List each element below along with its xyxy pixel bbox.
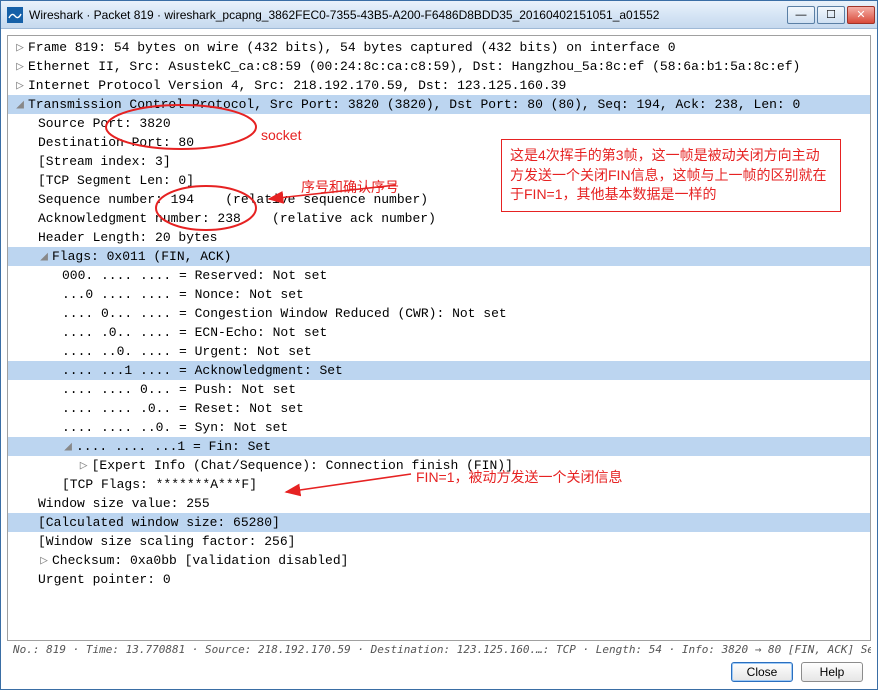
- close-button[interactable]: Close: [731, 662, 793, 682]
- body-area: ▷Frame 819: 54 bytes on wire (432 bits),…: [1, 29, 877, 689]
- window-title: Wireshark · Packet 819 · wireshark_pcapn…: [29, 8, 781, 22]
- tree-seg-len[interactable]: [TCP Segment Len: 0]: [8, 171, 870, 190]
- expand-icon[interactable]: ▷: [14, 57, 26, 76]
- tree-urgent-ptr[interactable]: Urgent pointer: 0: [8, 570, 870, 589]
- tree-ethernet[interactable]: ▷Ethernet II, Src: AsustekC_ca:c8:59 (00…: [8, 57, 870, 76]
- tree-frame[interactable]: ▷Frame 819: 54 bytes on wire (432 bits),…: [8, 38, 870, 57]
- expand-icon[interactable]: ▷: [14, 38, 26, 57]
- window-buttons: — ☐ ✕: [787, 6, 875, 24]
- tree-flag-ack[interactable]: .... ...1 .... = Acknowledgment: Set: [8, 361, 870, 380]
- tree-tcp[interactable]: ◢Transmission Control Protocol, Src Port…: [8, 95, 870, 114]
- tree-header-len[interactable]: Header Length: 20 bytes: [8, 228, 870, 247]
- help-button[interactable]: Help: [801, 662, 863, 682]
- tree-seq[interactable]: Sequence number: 194 (relative sequence …: [8, 190, 870, 209]
- tree-dst-port[interactable]: Destination Port: 80: [8, 133, 870, 152]
- collapse-icon[interactable]: ◢: [62, 437, 74, 456]
- tree-flag-urg[interactable]: .... ..0. .... = Urgent: Not set: [8, 342, 870, 361]
- expand-icon[interactable]: ▷: [38, 551, 50, 570]
- tree-flag-fin[interactable]: ◢.... .... ...1 = Fin: Set: [8, 437, 870, 456]
- wireshark-icon: [7, 7, 23, 23]
- tree-flag-syn[interactable]: .... .... ..0. = Syn: Not set: [8, 418, 870, 437]
- close-window-button[interactable]: ✕: [847, 6, 875, 24]
- tree-win-value[interactable]: Window size value: 255: [8, 494, 870, 513]
- tree-flags[interactable]: ◢Flags: 0x011 (FIN, ACK): [8, 247, 870, 266]
- tree-flag-reserved[interactable]: 000. .... .... = Reserved: Not set: [8, 266, 870, 285]
- tree-tcp-flags-summary[interactable]: [TCP Flags: *******A***F]: [8, 475, 870, 494]
- titlebar: Wireshark · Packet 819 · wireshark_pcapn…: [1, 1, 877, 29]
- tree-win-scale[interactable]: [Window size scaling factor: 256]: [8, 532, 870, 551]
- tree-flag-psh[interactable]: .... .... 0... = Push: Not set: [8, 380, 870, 399]
- tree-checksum[interactable]: ▷Checksum: 0xa0bb [validation disabled]: [8, 551, 870, 570]
- collapse-icon[interactable]: ◢: [14, 95, 26, 114]
- tree-flag-ecn[interactable]: .... .0.. .... = ECN-Echo: Not set: [8, 323, 870, 342]
- button-bar: Close Help: [7, 658, 871, 688]
- tree-flag-cwr[interactable]: .... 0... .... = Congestion Window Reduc…: [8, 304, 870, 323]
- tree-win-calc[interactable]: [Calculated window size: 65280]: [8, 513, 870, 532]
- packet-tree[interactable]: ▷Frame 819: 54 bytes on wire (432 bits),…: [7, 35, 871, 641]
- maximize-button[interactable]: ☐: [817, 6, 845, 24]
- tree-flag-rst[interactable]: .... .... .0.. = Reset: Not set: [8, 399, 870, 418]
- expand-icon[interactable]: ▷: [14, 76, 26, 95]
- collapse-icon[interactable]: ◢: [38, 247, 50, 266]
- minimize-button[interactable]: —: [787, 6, 815, 24]
- tree-flag-nonce[interactable]: ...0 .... .... = Nonce: Not set: [8, 285, 870, 304]
- tree-expert-info[interactable]: ▷[Expert Info (Chat/Sequence): Connectio…: [8, 456, 870, 475]
- tree-ip[interactable]: ▷Internet Protocol Version 4, Src: 218.1…: [8, 76, 870, 95]
- tree-ack[interactable]: Acknowledgment number: 238 (relative ack…: [8, 209, 870, 228]
- status-strip: No.: 819 · Time: 13.770881 · Source: 218…: [7, 641, 871, 658]
- expand-icon[interactable]: ▷: [78, 456, 90, 475]
- tree-stream-index[interactable]: [Stream index: 3]: [8, 152, 870, 171]
- tree-src-port[interactable]: Source Port: 3820: [8, 114, 870, 133]
